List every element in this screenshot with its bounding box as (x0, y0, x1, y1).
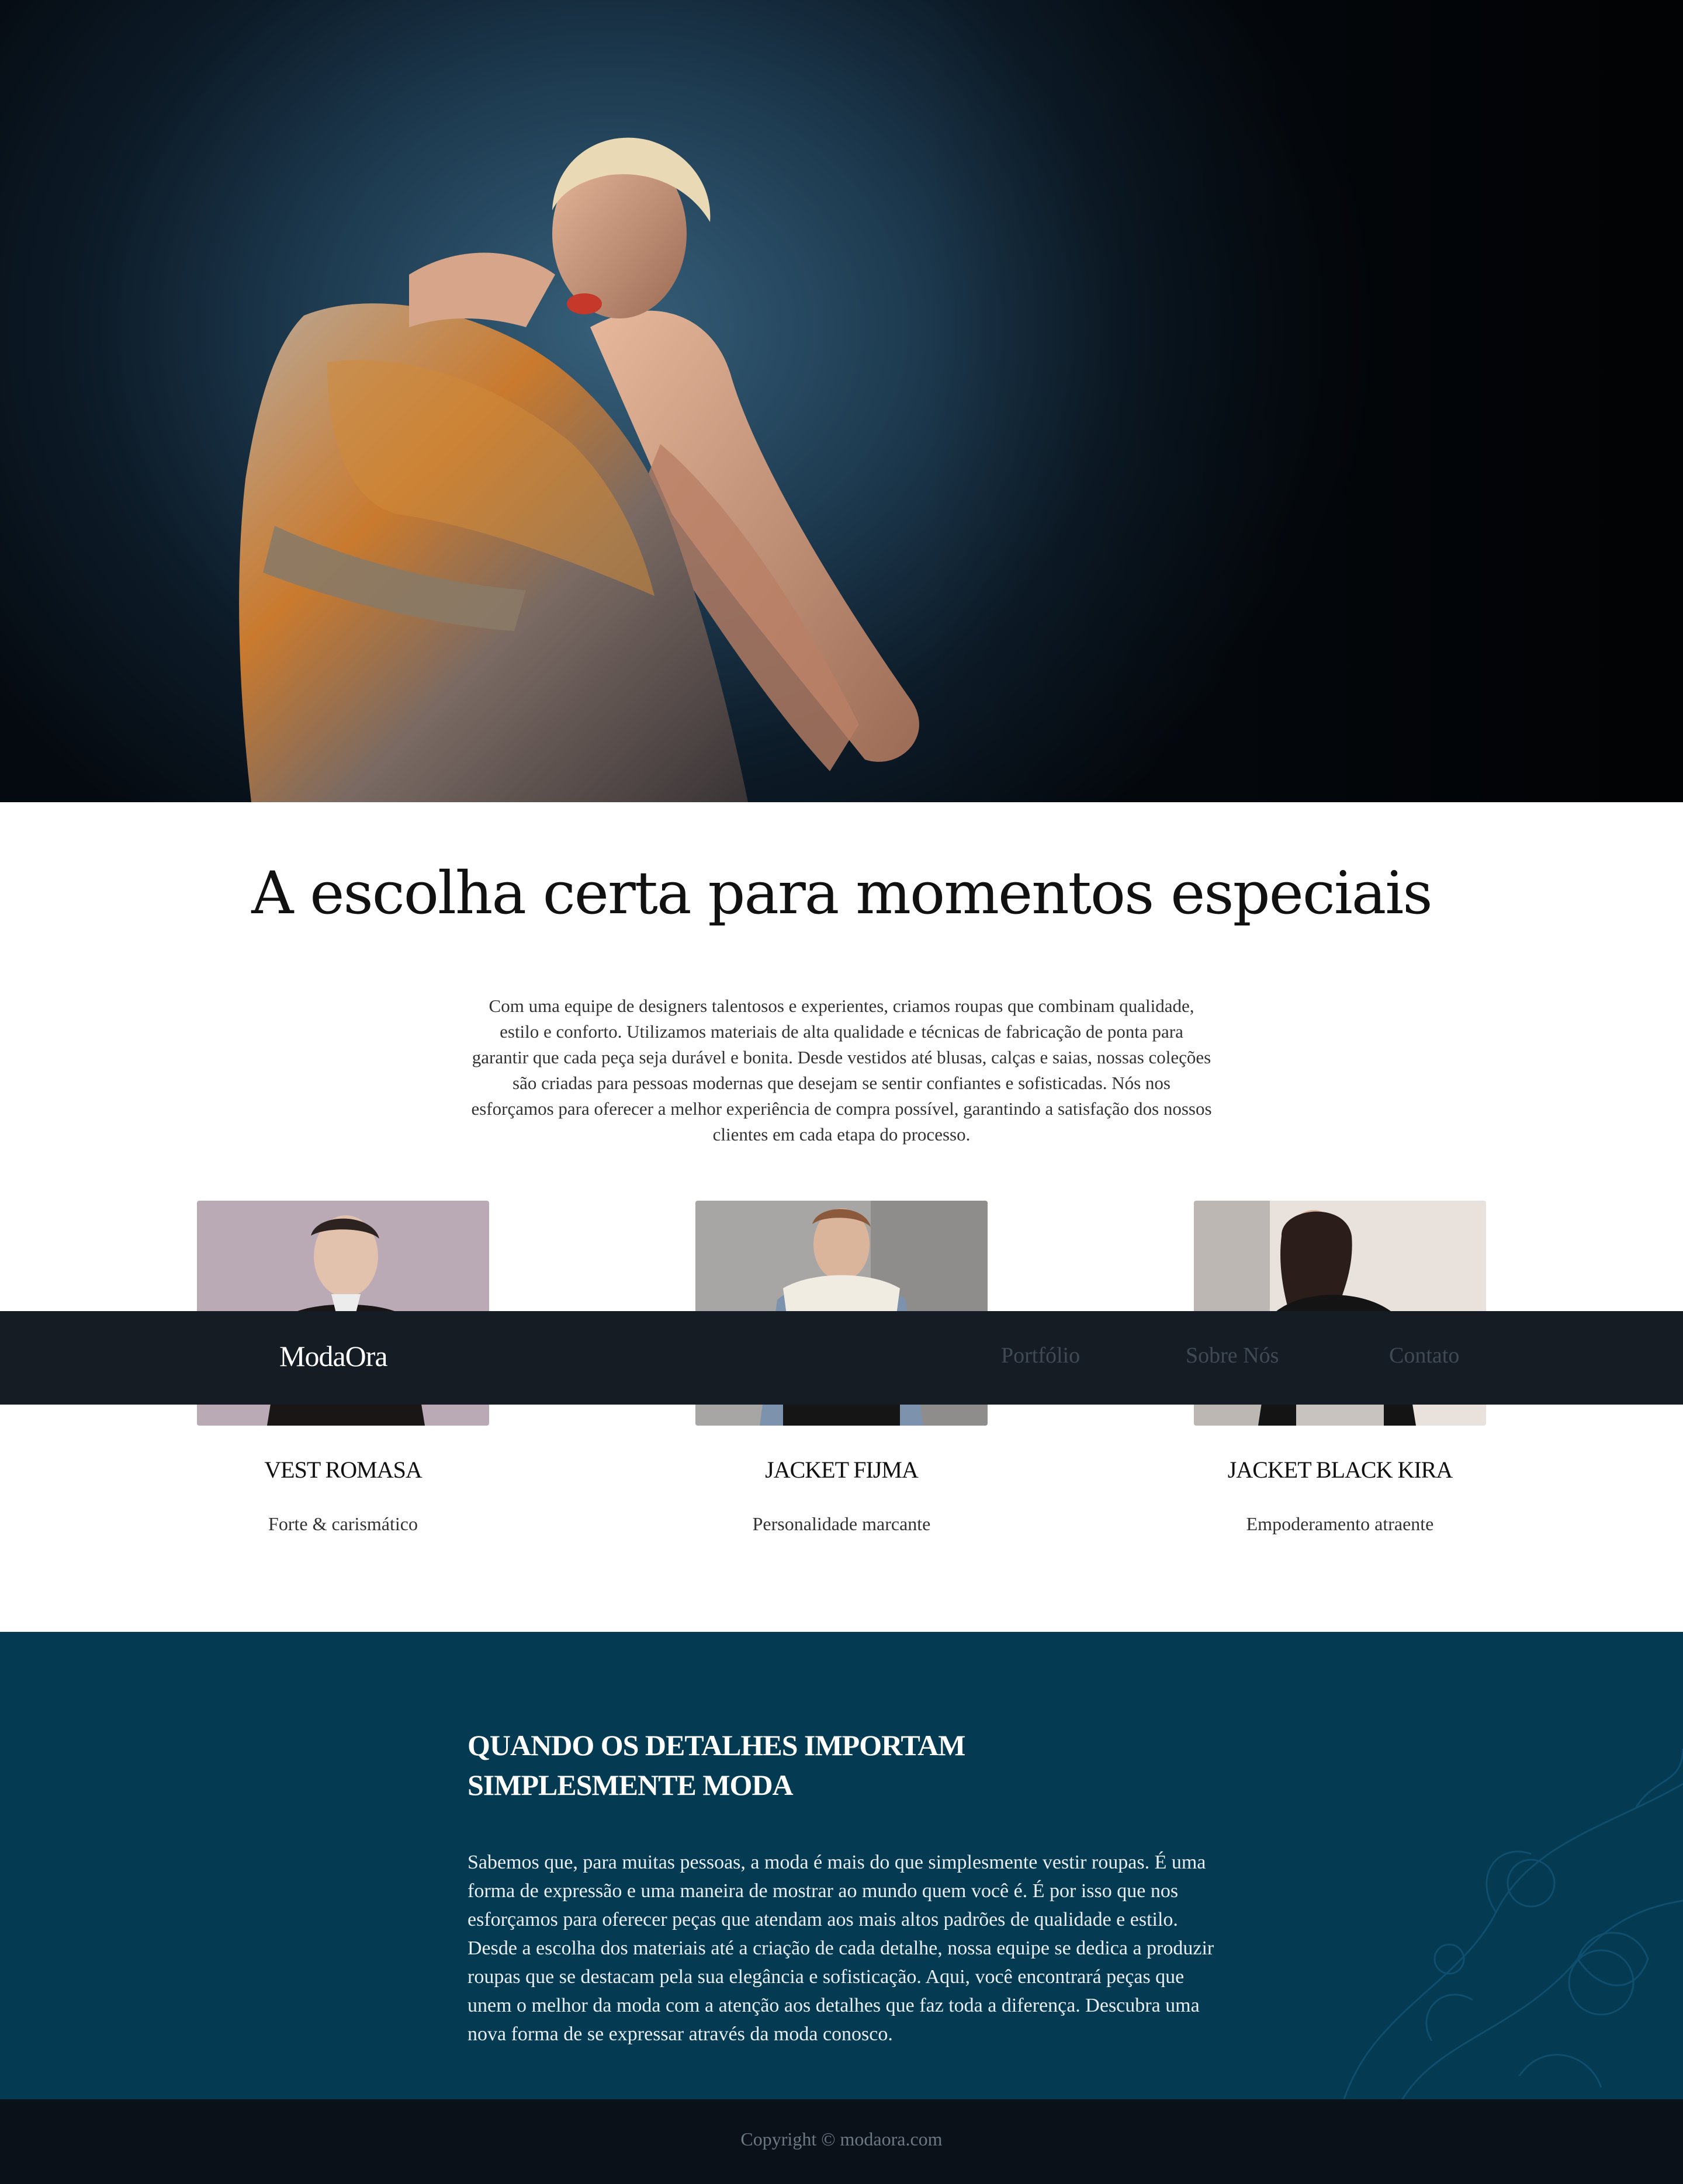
copyright-text: Copyright © modaora.com (740, 2128, 943, 2150)
details-paragraph: Sabemos que, para muitas pessoas, a moda… (468, 1852, 1214, 2045)
brand-logo[interactable]: ModaOra (279, 1339, 388, 1373)
details-title: QUANDO OS DETALHES IMPORTAM SIMPLESMENTE… (468, 1725, 1052, 1805)
hero-image (0, 0, 1683, 802)
product-description: Personalidade marcante (752, 1513, 931, 1534)
product-name: VEST ROMASA (264, 1457, 422, 1483)
details-title-line: QUANDO OS DETALHES IMPORTAM (468, 1729, 965, 1762)
navbar: ModaOra Portfólio Sobre Nós Contato (0, 1311, 1683, 1405)
product-name: JACKET FIJMA (765, 1457, 919, 1483)
details-section: QUANDO OS DETALHES IMPORTAM SIMPLESMENTE… (0, 1632, 1683, 2099)
details-title-line: SIMPLESMENTE MODA (468, 1769, 794, 1801)
nav-link-contato[interactable]: Contato (1389, 1343, 1459, 1368)
section-title: A escolha certa para momentos especiais (251, 859, 1432, 927)
nav-link-portfolio[interactable]: Portfólio (1001, 1343, 1080, 1368)
intro-paragraph: Com uma equipe de designers talentosos e… (471, 996, 1212, 1145)
nav-link-sobre-nos[interactable]: Sobre Nós (1186, 1343, 1279, 1368)
model-illustration (0, 0, 1683, 802)
product-name: JACKET BLACK KIRA (1227, 1457, 1453, 1483)
product-description: Empoderamento atraente (1246, 1513, 1434, 1534)
footer: Copyright © modaora.com (0, 2099, 1683, 2184)
product-description: Forte & carismático (268, 1513, 418, 1534)
